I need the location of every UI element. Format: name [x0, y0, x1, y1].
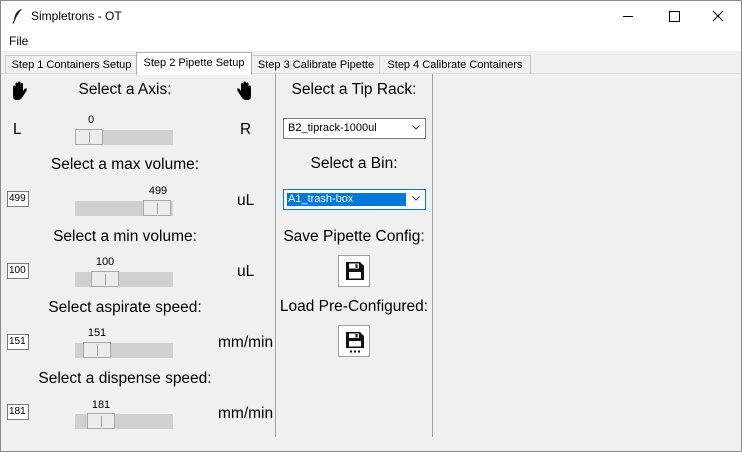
- axis-right-label: R: [240, 121, 252, 138]
- maximize-icon: [669, 11, 680, 22]
- aspirate-speed-slider-thumb[interactable]: [83, 342, 111, 358]
- min-volume-unit: uL: [237, 263, 255, 280]
- right-hand-icon[interactable]: [235, 81, 255, 101]
- tab-calibrate-containers[interactable]: Step 4 Calibrate Containers: [379, 55, 531, 74]
- min-volume-field[interactable]: 100: [7, 263, 29, 279]
- min-volume-heading: Select a min volume:: [53, 228, 197, 245]
- max-volume-slider-thumb[interactable]: [143, 200, 171, 216]
- maximize-button[interactable]: [651, 1, 697, 31]
- dispense-speed-slider-thumb[interactable]: [87, 413, 115, 429]
- floppy-disk-load-icon: [346, 332, 364, 353]
- minimize-button[interactable]: [605, 1, 651, 31]
- aspirate-speed-unit: mm/min: [218, 334, 274, 351]
- save-config-heading: Save Pipette Config:: [283, 228, 425, 245]
- max-volume-heading: Select a max volume:: [50, 156, 200, 173]
- tab-containers-setup[interactable]: Step 1 Containers Setup: [5, 55, 138, 74]
- min-volume-slider[interactable]: [75, 271, 173, 287]
- aspirate-speed-slider-value: 151: [87, 327, 107, 339]
- feather-icon: [12, 9, 22, 24]
- dispense-speed-slider[interactable]: [75, 413, 173, 429]
- min-volume-slider-thumb[interactable]: [91, 271, 119, 287]
- max-volume-slider-value: 499: [148, 185, 168, 197]
- axis-slider-value: 0: [87, 114, 95, 126]
- bin-selected-value: A1_trash-box: [287, 193, 406, 206]
- bin-select[interactable]: A1_trash-box: [283, 189, 426, 210]
- tip-rack-selected-value: B2_tiprack-1000ul: [288, 122, 377, 134]
- chevron-down-icon: [412, 125, 420, 130]
- app-window: Simpletrons - OT File Step 1 Containers …: [0, 0, 742, 452]
- dispense-speed-field[interactable]: 181: [7, 404, 29, 420]
- tab-calibrate-pipette[interactable]: Step 3 Calibrate Pipette: [251, 55, 381, 74]
- floppy-disk-icon: [346, 262, 364, 280]
- left-hand-icon[interactable]: [9, 81, 29, 101]
- title-bar: Simpletrons - OT: [1, 1, 741, 31]
- load-config-heading: Load Pre-Configured:: [279, 298, 429, 315]
- aspirate-speed-field[interactable]: 151: [7, 334, 29, 350]
- load-config-button[interactable]: [338, 325, 370, 357]
- dispense-speed-unit: mm/min: [218, 405, 274, 422]
- column-divider: [432, 74, 433, 437]
- menu-file[interactable]: File: [9, 34, 28, 48]
- minimize-icon: [623, 16, 633, 17]
- axis-slider[interactable]: [75, 129, 173, 145]
- save-config-button[interactable]: [338, 255, 370, 287]
- max-volume-slider[interactable]: [75, 200, 173, 216]
- close-button[interactable]: [695, 1, 741, 31]
- window-title: Simpletrons - OT: [31, 9, 122, 23]
- min-volume-slider-value: 100: [95, 256, 115, 268]
- max-volume-field[interactable]: 499: [7, 191, 29, 207]
- dispense-speed-slider-value: 181: [91, 399, 111, 411]
- aspirate-speed-slider[interactable]: [75, 342, 173, 358]
- tab-pipette-setup[interactable]: Step 2 Pipette Setup: [136, 52, 252, 75]
- dispense-speed-heading: Select a dispense speed:: [38, 370, 212, 387]
- close-icon: [712, 10, 724, 22]
- axis-heading: Select a Axis:: [78, 81, 172, 98]
- max-volume-unit: uL: [237, 192, 255, 209]
- menu-bar: File: [1, 31, 741, 51]
- bin-heading: Select a Bin:: [310, 155, 398, 172]
- tip-rack-heading: Select a Tip Rack:: [291, 81, 417, 98]
- column-divider: [275, 74, 276, 437]
- axis-slider-thumb[interactable]: [75, 129, 103, 145]
- chevron-down-icon: [412, 196, 420, 201]
- axis-left-label: L: [13, 121, 22, 138]
- aspirate-speed-heading: Select aspirate speed:: [48, 299, 202, 316]
- tip-rack-select[interactable]: B2_tiprack-1000ul: [283, 118, 426, 139]
